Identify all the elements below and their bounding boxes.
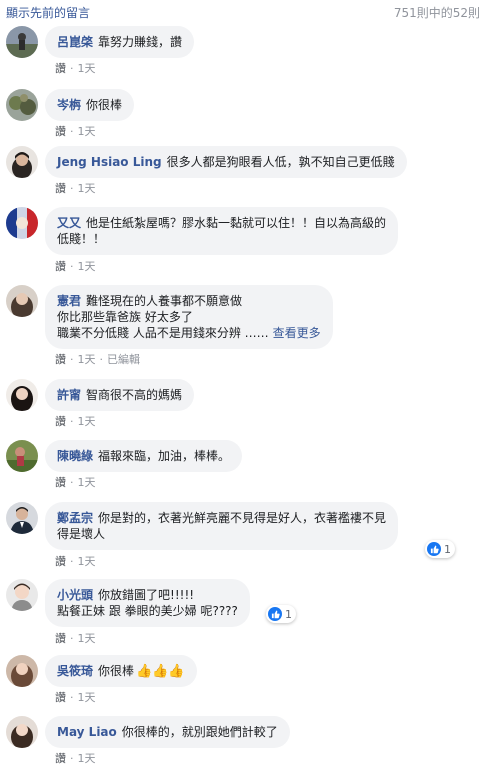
comment-text: 你比那些靠爸族 好太多了	[57, 310, 193, 324]
comment-timestamp[interactable]: 1天	[78, 555, 96, 568]
comment-author[interactable]: 陳曉綠	[57, 449, 93, 463]
comment-author[interactable]: 許甯	[57, 388, 81, 402]
comment-text: 得是壞人	[57, 527, 106, 541]
show-previous-comments-link[interactable]: 顯示先前的留言	[6, 4, 90, 21]
comment-actions: 讚 · 1天	[55, 415, 96, 428]
like-link[interactable]: 讚	[55, 752, 66, 765]
avatar[interactable]	[6, 579, 38, 611]
comment-timestamp[interactable]: 1天	[78, 752, 96, 765]
comment-author[interactable]: 憲君	[57, 294, 81, 308]
avatar[interactable]	[6, 207, 38, 239]
avatar[interactable]	[6, 655, 38, 687]
comment-timestamp[interactable]: 1天	[78, 353, 96, 366]
like-link[interactable]: 讚	[55, 632, 66, 645]
avatar[interactable]	[6, 285, 38, 317]
comment-timestamp[interactable]: 1天	[78, 182, 96, 195]
avatar[interactable]	[6, 26, 38, 58]
see-more-link[interactable]: 查看更多	[273, 326, 321, 340]
thumbs-up-icon	[268, 607, 282, 621]
comment-actions: 讚 · 1天	[55, 476, 96, 489]
avatar[interactable]	[6, 716, 38, 748]
comment-timestamp[interactable]: 1天	[78, 260, 96, 273]
comment-bubble: 岑栴 你很棒	[45, 89, 135, 121]
comment-bubble: 憲君 難怪現在的人養事都不願意做你比那些靠爸族 好太多了職業不分低賤 人品不是用錢…	[45, 285, 333, 349]
comment-bubble: 又又 他是住紙紮屋嗎？膠水黏一黏就可以住！！自以為高級的低賤！！	[45, 207, 399, 255]
comment-actions: 讚 · 1天	[55, 62, 96, 75]
comment-text: 點餐正妹 跟 拳眼的美少婦 呢????	[57, 604, 238, 618]
comment-timestamp[interactable]: 1天	[78, 691, 96, 704]
like-link[interactable]: 讚	[55, 555, 66, 568]
avatar[interactable]	[6, 89, 38, 121]
comment-timestamp[interactable]: 1天	[78, 476, 96, 489]
comment-author[interactable]: Jeng Hsiao Ling	[57, 155, 162, 169]
comment-text: 你很棒	[86, 98, 123, 112]
comment-bubble: 小光頭 你放錯圖了吧!!!!! 點餐正妹 跟 拳眼的美少婦 呢????	[45, 579, 250, 627]
avatar[interactable]	[6, 146, 38, 178]
like-link[interactable]: 讚	[55, 691, 66, 704]
comment-text: 職業不分低賤 人品不是用錢來分辨 ……	[57, 326, 269, 340]
comment-actions: 讚 · 1天	[55, 752, 96, 765]
comment-bubble: 許甯 智商很不高的媽媽	[45, 379, 195, 411]
comment-author[interactable]: 小光頭	[57, 588, 93, 602]
comment-author[interactable]: 又又	[57, 216, 81, 230]
like-link[interactable]: 讚	[55, 415, 66, 428]
avatar[interactable]	[6, 502, 38, 534]
comment-author[interactable]: 鄭孟宗	[57, 511, 93, 525]
like-link[interactable]: 讚	[55, 260, 66, 273]
comment-timestamp[interactable]: 1天	[78, 125, 96, 138]
comment-text: 低賤！！	[57, 232, 106, 246]
reaction-count-badge[interactable]: 1	[425, 540, 455, 558]
comment-text: 他是住紙紮屋嗎？膠水黏一黏就可以住！！自以為高級的	[86, 216, 387, 230]
comment-actions: 讚 · 1天	[55, 691, 96, 704]
comment-timestamp[interactable]: 1天	[78, 62, 96, 75]
comment-actions: 讚 · 1天 · 已編輯	[55, 353, 140, 366]
comment-author[interactable]: May Liao	[57, 725, 117, 739]
comment-actions: 讚 · 1天	[55, 125, 96, 138]
thumbs-up-emoji-icon: 👍👍👍	[136, 664, 185, 679]
avatar[interactable]	[6, 440, 38, 472]
comment-actions: 讚 · 1天	[55, 632, 96, 645]
comment-bubble: 吳筱琦 你很棒 👍👍👍	[45, 655, 197, 687]
comment-text: 你很棒	[98, 664, 135, 678]
like-link[interactable]: 讚	[55, 62, 66, 75]
comment-bubble: 呂崑棨 靠努力賺錢，讚	[45, 26, 195, 58]
comment-text: 你很棒的，就別跟她們計較了	[121, 725, 278, 739]
edited-label[interactable]: 已編輯	[107, 353, 140, 366]
thumbs-up-icon	[427, 542, 441, 556]
comment-count: 751則中的52則	[393, 6, 480, 20]
reaction-count-badge[interactable]: 1	[266, 605, 296, 623]
comment-text: 你放錯圖了吧!!!!!	[98, 588, 195, 602]
comment-actions: 讚 · 1天	[55, 555, 96, 568]
comment-actions: 讚 · 1天	[55, 182, 96, 195]
comment-bubble: 陳曉綠 福報來臨，加油，棒棒。	[45, 440, 243, 472]
comment-text: 很多人都是狗眼看人低，孰不知自己更低賤	[166, 155, 395, 169]
like-link[interactable]: 讚	[55, 353, 66, 366]
comment-timestamp[interactable]: 1天	[78, 632, 96, 645]
comment-author[interactable]: 呂崑棨	[57, 35, 93, 49]
comment-author[interactable]: 吳筱琦	[57, 664, 93, 678]
like-link[interactable]: 讚	[55, 125, 66, 138]
comment-bubble: Jeng Hsiao Ling 很多人都是狗眼看人低，孰不知自己更低賤	[45, 146, 407, 178]
comment-timestamp[interactable]: 1天	[78, 415, 96, 428]
like-link[interactable]: 讚	[55, 182, 66, 195]
comment-text: 你是對的，衣著光鮮亮麗不見得是好人，衣著襤褸不見	[98, 511, 387, 525]
avatar[interactable]	[6, 379, 38, 411]
comment-text: 智商很不高的媽媽	[86, 388, 183, 402]
comment-author[interactable]: 岑栴	[57, 98, 81, 112]
comment-bubble: 鄭孟宗 你是對的，衣著光鮮亮麗不見得是好人，衣著襤褸不見得是壞人	[45, 502, 399, 550]
comment-actions: 讚 · 1天	[55, 260, 96, 273]
comment-bubble: May Liao 你很棒的，就別跟她們計較了	[45, 716, 290, 748]
comment-text: 靠努力賺錢，讚	[98, 35, 183, 49]
comment-text: 福報來臨，加油，棒棒。	[98, 449, 231, 463]
comment-text: 難怪現在的人養事都不願意做	[86, 294, 243, 308]
like-link[interactable]: 讚	[55, 476, 66, 489]
comments-header: 顯示先前的留言 751則中的52則	[0, 0, 487, 24]
